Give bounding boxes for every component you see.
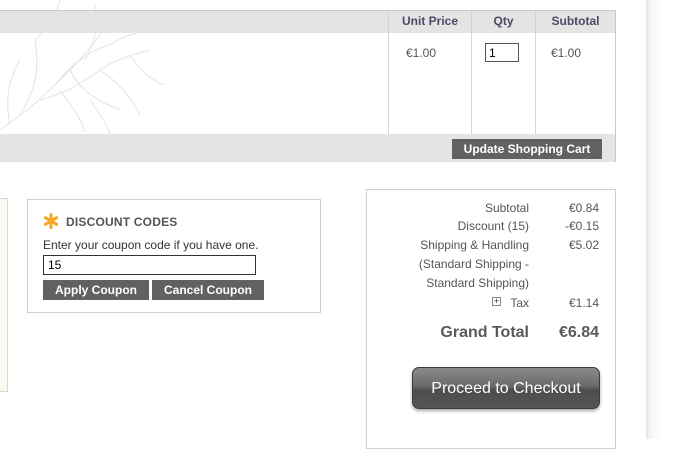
update-cart-button[interactable]: Update Shopping Cart (452, 139, 602, 159)
discount-label: Discount (15) (457, 219, 529, 233)
discount-value: -€0.15 (564, 219, 599, 233)
grand-total-label: Grand Total (440, 324, 529, 341)
cart-table: Unit Price Qty Subtotal €1.00 €1.00 Upda… (0, 10, 616, 162)
discount-codes-title: DISCOUNT CODES (66, 215, 178, 229)
side-panel-edge (0, 198, 8, 392)
subtotal-value: €0.84 (568, 201, 599, 215)
shipping-label: Shipping & Handling (420, 238, 529, 252)
qty-input[interactable] (485, 43, 519, 62)
cart-table-header: Unit Price Qty Subtotal (0, 11, 615, 33)
cart-table-footer: Update Shopping Cart (0, 134, 615, 162)
subtotal-label: Subtotal (484, 201, 529, 215)
asterisk-icon (43, 213, 59, 229)
coupon-code-input[interactable] (43, 255, 256, 275)
column-divider (388, 11, 389, 134)
shipping-method-line-2: Standard Shipping) (426, 276, 529, 290)
proceed-to-checkout-button[interactable]: Proceed to Checkout (412, 367, 600, 409)
apply-coupon-button[interactable]: Apply Coupon (43, 280, 149, 300)
column-divider (535, 11, 536, 134)
row-subtotal: €1.00 (551, 46, 582, 60)
grand-total-value: €6.84 (558, 324, 599, 341)
tax-value: €1.14 (568, 296, 599, 310)
cancel-coupon-button[interactable]: Cancel Coupon (152, 280, 264, 300)
order-totals-panel: Subtotal €0.84 Discount (15) -€0.15 Ship… (366, 189, 616, 449)
tax-expand-icon[interactable]: + (492, 297, 501, 306)
subtotal-header: Subtotal (551, 14, 600, 28)
qty-header: Qty (493, 14, 514, 28)
coupon-label: Enter your coupon code if you have one. (43, 238, 259, 252)
shipping-method-line-1: (Standard Shipping - (418, 257, 529, 271)
shipping-value: €5.02 (568, 238, 599, 252)
unit-price-header: Unit Price (401, 14, 458, 28)
discount-codes-panel: DISCOUNT CODES Enter your coupon code if… (27, 199, 321, 313)
row-unit-price: €1.00 (406, 46, 437, 60)
tax-label: Tax (510, 296, 529, 310)
column-divider (471, 11, 472, 134)
page-edge-shadow (646, 0, 676, 439)
